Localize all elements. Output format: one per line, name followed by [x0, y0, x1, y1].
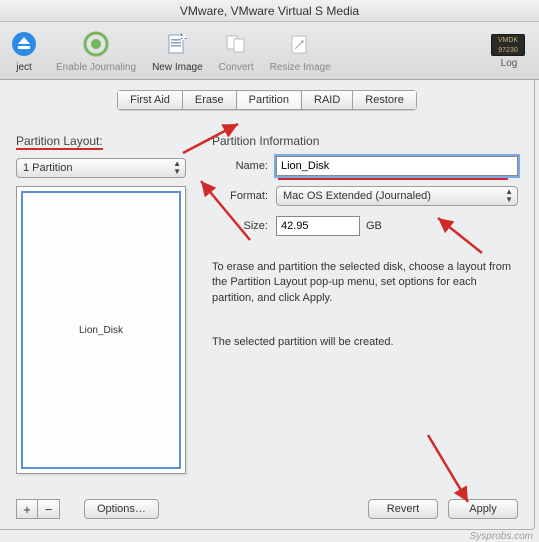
- size-input[interactable]: [276, 216, 360, 236]
- tab-first-aid[interactable]: First Aid: [117, 90, 182, 110]
- toolbar: ject Enable Journaling New Image Convert…: [0, 22, 539, 80]
- toolbar-log-label: Log: [501, 58, 518, 69]
- toolbar-newimage-label: New Image: [152, 62, 203, 73]
- toolbar-eject[interactable]: ject: [8, 28, 40, 73]
- tab-erase[interactable]: Erase: [182, 90, 236, 110]
- partition-name-input[interactable]: [276, 156, 518, 176]
- size-label: Size:: [212, 220, 268, 232]
- toolbar-journal-label: Enable Journaling: [56, 62, 136, 73]
- window-title: VMware, VMware Virtual S Media: [0, 0, 539, 22]
- bottom-controls: + − Options… Revert Apply: [16, 499, 518, 519]
- add-partition-button[interactable]: +: [16, 499, 38, 519]
- name-label: Name:: [212, 160, 268, 172]
- watermark: Sysprobs.com: [470, 531, 533, 542]
- partition-layout-value: 1 Partition: [23, 162, 73, 174]
- tab-bar: First Aid Erase Partition RAID Restore: [117, 90, 417, 110]
- partition-cell-label: Lion_Disk: [79, 325, 123, 336]
- chevron-updown-icon: ▲▼: [505, 188, 513, 204]
- format-value: Mac OS Extended (Journaled): [283, 190, 431, 202]
- partition-info-label: Partition Information: [212, 134, 518, 148]
- format-label: Format:: [212, 190, 268, 202]
- convert-icon: [220, 28, 252, 60]
- size-unit: GB: [366, 220, 382, 232]
- info-text: To erase and partition the selected disk…: [212, 260, 518, 306]
- partition-layout-label: Partition Layout:: [16, 134, 186, 150]
- format-popup[interactable]: Mac OS Extended (Journaled) ▲▼: [276, 186, 518, 206]
- chevron-updown-icon: ▲▼: [173, 160, 181, 176]
- tab-partition[interactable]: Partition: [236, 90, 301, 110]
- content-panel: First Aid Erase Partition RAID Restore P…: [0, 80, 535, 530]
- toolbar-eject-label: ject: [16, 62, 32, 73]
- new-image-icon: [161, 28, 193, 60]
- toolbar-enable-journaling[interactable]: Enable Journaling: [56, 28, 136, 73]
- toolbar-convert: Convert: [219, 28, 254, 73]
- apply-button[interactable]: Apply: [448, 499, 518, 519]
- options-button[interactable]: Options…: [84, 499, 159, 519]
- eject-icon: [8, 28, 40, 60]
- toolbar-new-image[interactable]: New Image: [152, 28, 203, 73]
- remove-partition-button[interactable]: −: [38, 499, 60, 519]
- partition-layout-diagram[interactable]: Lion_Disk: [16, 186, 186, 474]
- toolbar-convert-label: Convert: [219, 62, 254, 73]
- toolbar-resize-label: Resize Image: [270, 62, 331, 73]
- resize-icon: [284, 28, 316, 60]
- tab-restore[interactable]: Restore: [352, 90, 417, 110]
- log-icon[interactable]: VMDK97230: [491, 34, 525, 56]
- journal-icon: [80, 28, 112, 60]
- revert-button[interactable]: Revert: [368, 499, 438, 519]
- partition-cell[interactable]: Lion_Disk: [21, 191, 181, 469]
- toolbar-resize-image: Resize Image: [270, 28, 331, 73]
- info-text-2: The selected partition will be created.: [212, 336, 518, 348]
- partition-layout-popup[interactable]: 1 Partition ▲▼: [16, 158, 186, 178]
- tab-raid[interactable]: RAID: [301, 90, 352, 110]
- annotation-underline: [278, 178, 508, 180]
